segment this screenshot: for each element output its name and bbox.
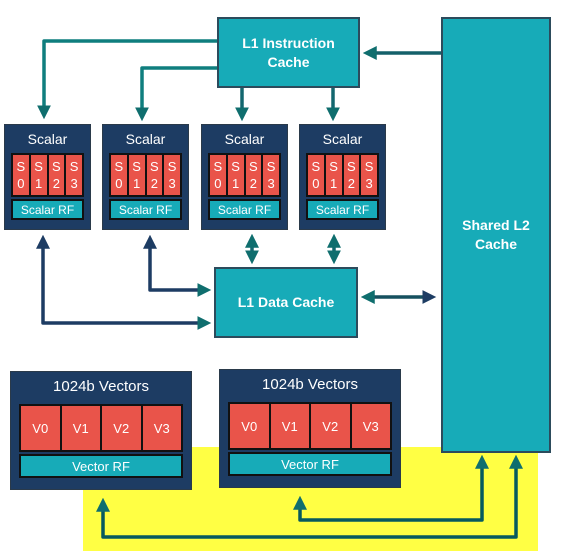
arrow-l2-vector0 xyxy=(96,454,523,539)
arrow-l1i-scalar0 xyxy=(37,39,217,120)
arrow-scalar0-l1d xyxy=(36,234,212,330)
arrow-l2-vector1 xyxy=(293,454,489,522)
arrow-scalar1-l1d xyxy=(143,234,212,297)
arrow-l1i-scalar1 xyxy=(135,66,217,122)
connection-arrows xyxy=(36,39,523,539)
